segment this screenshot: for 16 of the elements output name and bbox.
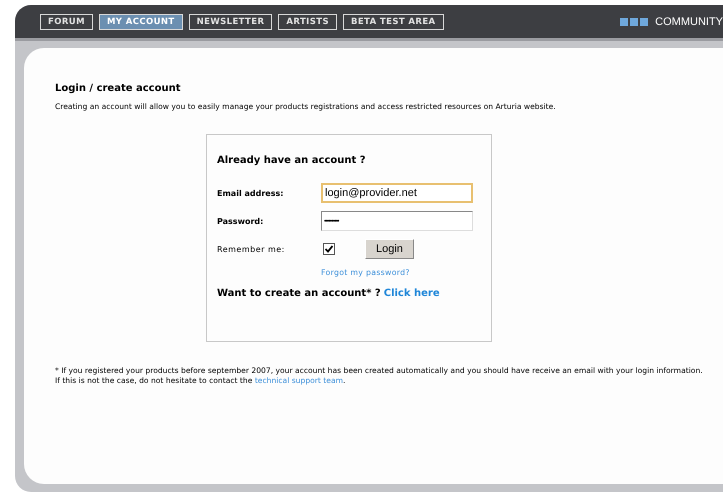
remember-label: Remember me:: [217, 244, 286, 254]
section-title: COMMUNITY: [655, 16, 723, 28]
nav-tab[interactable]: NEWSLETTER: [188, 14, 272, 30]
squares-icon: [620, 18, 650, 26]
nav-tab[interactable]: ARTISTS: [278, 14, 337, 30]
create-account-text: Want to create an account* ?: [217, 288, 381, 299]
password-label: Password:: [217, 216, 264, 226]
page-title: Login / create account: [55, 83, 182, 94]
nav-tab[interactable]: BETA TEST AREA: [342, 14, 444, 30]
login-heading: Already have an account ?: [217, 155, 367, 166]
click-here-link[interactable]: Click here: [384, 288, 440, 299]
remember-checkbox[interactable]: [323, 243, 335, 255]
login-button[interactable]: Login: [365, 239, 414, 259]
email-field[interactable]: login@provider.net: [321, 183, 473, 203]
email-label: Email address:: [217, 188, 284, 198]
nav-tab[interactable]: FORUM: [40, 14, 93, 30]
